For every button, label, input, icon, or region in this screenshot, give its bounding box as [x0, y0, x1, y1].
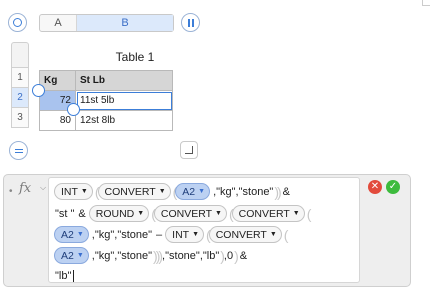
token-menu-icon: ▼	[76, 252, 84, 259]
formula-operator: –	[156, 228, 163, 241]
token-menu-icon: ▼	[80, 188, 88, 195]
paren: )	[234, 247, 238, 264]
formula-input[interactable]: INT ▼ ( CONVERT ▼ ( A2 ▼ ,"kg","stone" )) &…	[48, 177, 360, 283]
column-header-b[interactable]: B	[77, 15, 173, 31]
row-header-bar: 1 2 3	[11, 42, 29, 128]
token-menu-icon: ▼	[76, 231, 84, 238]
formula-text: ,"kg","stone"	[91, 228, 153, 241]
token-menu-icon: ▼	[158, 188, 166, 195]
row-header-2[interactable]: 2	[11, 88, 29, 108]
token-label: CONVERT	[104, 185, 156, 198]
window-corner	[422, 0, 430, 6]
token-label: A2	[182, 185, 196, 198]
formula-operator: &	[78, 207, 86, 220]
select-table-button[interactable]	[8, 13, 27, 32]
accept-formula-button[interactable]: ✓	[386, 180, 400, 194]
formula-operator: &	[239, 249, 248, 262]
equals-icon	[15, 149, 23, 153]
token-label: INT	[172, 228, 190, 241]
token-menu-icon: ▼	[269, 231, 277, 238]
formula-text: ,0	[223, 249, 234, 262]
formula-line: A2 ▼ ,"kg","stone" ))) ,"stone","lb" ) ,0…	[54, 246, 250, 265]
column-handle-icon[interactable]	[181, 13, 200, 32]
token-int[interactable]: INT ▼	[54, 183, 93, 200]
formula-text: ,"stone","lb"	[162, 249, 220, 262]
add-row-button[interactable]	[9, 141, 28, 160]
token-convert[interactable]: CONVERT ▼	[208, 226, 282, 243]
paren: ))	[274, 183, 281, 200]
token-label: CONVERT	[238, 207, 290, 220]
token-round[interactable]: ROUND ▼	[88, 205, 150, 222]
paren: (	[283, 226, 288, 243]
token-label: A2	[61, 249, 74, 262]
selection-handle-end[interactable]	[67, 103, 80, 116]
token-label: ROUND	[95, 207, 135, 220]
paren: )))	[153, 247, 163, 264]
row-header-grip[interactable]	[11, 42, 29, 68]
function-menu-button[interactable]: • fx ⌵	[6, 181, 50, 197]
token-convert[interactable]: CONVERT ▼	[97, 183, 171, 200]
formula-line: INT ▼ ( CONVERT ▼ ( A2 ▼ ,"kg","stone" )) &	[54, 182, 293, 201]
formula-line: "st " & ROUND ▼ ( CONVERT ▼ ( CONVERT ▼ (	[54, 204, 311, 223]
token-ref-a2[interactable]: A2 ▼	[54, 247, 89, 264]
formula-text: "lb"	[55, 269, 72, 282]
formula-line: A2 ▼ ,"kg","stone" – INT ▼ ( CONVERT ▼ (	[54, 225, 288, 244]
formula-operator: &	[282, 185, 291, 198]
paren: )	[220, 247, 224, 264]
text-caret	[73, 269, 75, 282]
paren: (	[306, 205, 311, 222]
token-menu-icon: ▼	[292, 210, 300, 217]
row-header-3[interactable]: 3	[11, 108, 29, 128]
formula-text: ,"kg","stone"	[91, 249, 153, 262]
cell-b3[interactable]: 12st 8lb	[75, 110, 173, 131]
token-ref-a2[interactable]: A2 ▼	[54, 226, 89, 243]
table-header-row: Kg St Lb	[39, 70, 173, 91]
token-label: INT	[61, 185, 78, 198]
token-menu-icon: ▼	[198, 188, 206, 195]
token-label: CONVERT	[160, 207, 213, 220]
select-circle-icon	[13, 18, 22, 27]
formula-line: "lb"	[54, 266, 75, 285]
spreadsheet-canvas: A B Table 1 1 2 3 Kg St Lb 72 11st 5lb 8…	[0, 0, 430, 170]
formula-text: ,"kg","stone"	[213, 185, 274, 198]
cancel-formula-button[interactable]: ✕	[368, 180, 382, 194]
table-title: Table 1	[115, 50, 155, 64]
row-header-1[interactable]: 1	[11, 68, 29, 88]
selection-handle-start[interactable]	[32, 84, 45, 97]
token-label: A2	[61, 228, 74, 241]
resize-table-icon[interactable]	[180, 141, 198, 159]
token-menu-icon: ▼	[192, 231, 200, 238]
token-menu-icon: ▼	[137, 210, 145, 217]
formula-editor: • fx ⌵ INT ▼ ( CONVERT ▼ ( A2 ▼ ,"kg","ston…	[3, 174, 411, 287]
token-menu-icon: ▼	[215, 210, 222, 217]
table-row: 80 12st 8lb	[39, 110, 173, 131]
header-cell-stlb[interactable]: St Lb	[75, 70, 173, 91]
table-row: 72 11st 5lb	[39, 90, 173, 111]
column-header-bar: A B	[39, 14, 174, 32]
column-header-a[interactable]: A	[40, 15, 77, 31]
cell-b2[interactable]: 11st 5lb	[75, 90, 173, 111]
token-label: CONVERT	[215, 228, 267, 241]
header-cell-kg[interactable]: Kg	[39, 70, 76, 91]
token-convert[interactable]: CONVERT ▼	[231, 205, 305, 222]
chevron-down-icon: ⌵	[40, 183, 47, 192]
data-table: Kg St Lb 72 11st 5lb 80 12st 8lb	[39, 70, 173, 131]
formula-text: "st "	[55, 207, 75, 220]
token-int[interactable]: INT ▼	[165, 226, 205, 243]
fx-label: fx	[19, 181, 32, 196]
bullet-icon: •	[9, 186, 13, 197]
token-convert[interactable]: CONVERT ▼	[153, 205, 227, 222]
token-ref-a2[interactable]: A2 ▼	[175, 183, 211, 200]
